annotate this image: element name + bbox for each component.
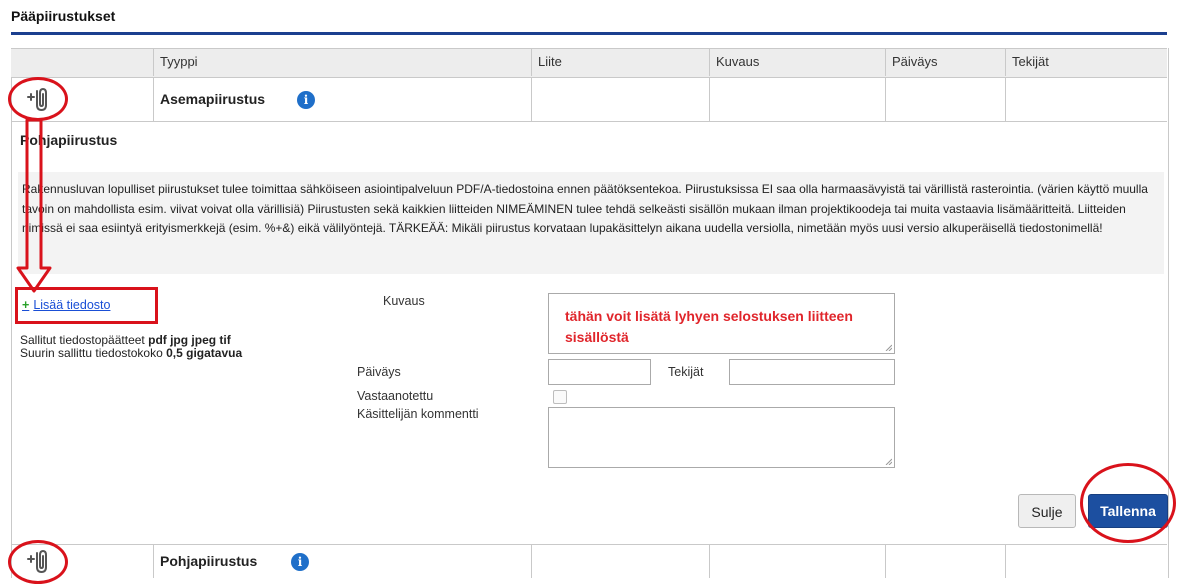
kommentti-label: Käsittelijän kommentti: [357, 407, 479, 421]
annotation-arrow: [16, 118, 52, 293]
title-divider: [11, 32, 1167, 35]
column-divider: [153, 77, 154, 121]
kuvaus-label: Kuvaus: [383, 294, 425, 308]
paivays-label: Päiväys: [357, 365, 401, 379]
column-divider: [531, 77, 532, 121]
info-icon[interactable]: i: [291, 553, 309, 571]
max-file-size: Suurin sallittu tiedostokoko 0,5 gigatav…: [20, 346, 242, 360]
header-tyyppi: Tyyppi: [153, 48, 531, 76]
close-button[interactable]: Sulje: [1018, 494, 1076, 528]
row-type-name: Asemapiirustus: [160, 91, 266, 107]
header-kuvaus: Kuvaus: [709, 48, 885, 76]
annotation-box: [15, 287, 158, 324]
vastaanotettu-checkbox[interactable]: [553, 390, 567, 404]
section-title: Pääpiirustukset: [11, 8, 116, 24]
row-type-name: Pohjapiirustus: [160, 553, 258, 569]
column-divider: [1005, 544, 1006, 578]
paivays-input[interactable]: [548, 359, 651, 385]
info-icon[interactable]: i: [297, 91, 315, 109]
column-divider: [885, 544, 886, 578]
tekijat-label: Tekijät: [668, 365, 704, 379]
annotation-circle: [8, 540, 68, 584]
annotation-circle: [1080, 463, 1176, 543]
instructions-text: Rakennusluvan lopulliset piirustukset tu…: [22, 182, 1148, 235]
allowed-extensions-label: Sallitut tiedostopäätteet: [20, 333, 145, 347]
row-divider: [11, 544, 1167, 545]
kommentti-textarea[interactable]: [548, 407, 895, 468]
column-divider: [709, 544, 710, 578]
column-divider: [1005, 77, 1006, 121]
max-file-size-label: Suurin sallittu tiedostokoko: [20, 346, 163, 360]
allowed-extensions-values: pdf jpg jpeg tif: [148, 333, 231, 347]
header-liite: Liite: [531, 48, 709, 76]
annotation-circle: [8, 77, 68, 121]
header-paivays: Päiväys: [885, 48, 1005, 76]
header-tekijat: Tekijät: [1005, 48, 1166, 76]
column-divider: [531, 544, 532, 578]
column-divider: [153, 544, 154, 578]
max-file-size-value: 0,5 gigatavua: [166, 346, 243, 360]
column-divider: [885, 77, 886, 121]
vastaanotettu-label: Vastaanotettu: [357, 389, 434, 403]
kuvaus-hint-text: tähän voit lisätä lyhyen selostuksen lii…: [565, 308, 853, 345]
column-divider: [709, 77, 710, 121]
tekijat-input[interactable]: [729, 359, 895, 385]
allowed-extensions: Sallitut tiedostopäätteet pdf jpg jpeg t…: [20, 333, 231, 347]
